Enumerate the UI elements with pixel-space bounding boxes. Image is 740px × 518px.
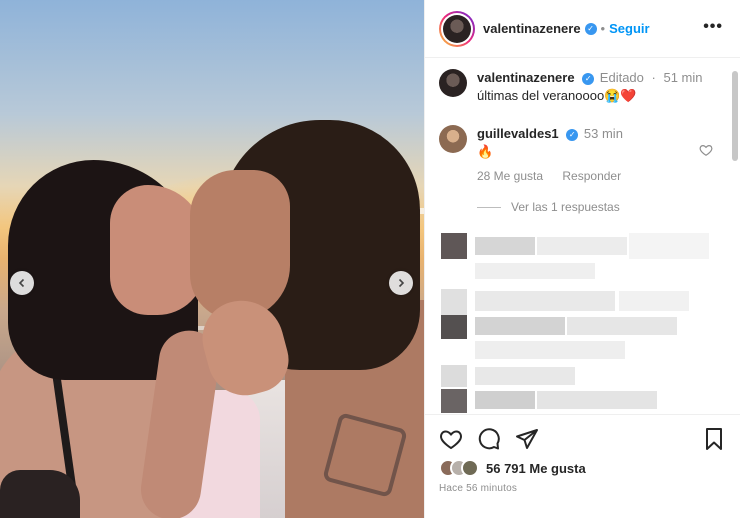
post-actions: 56 791 Me gusta Hace 56 minutos xyxy=(425,414,740,518)
comments-list[interactable]: valentinazenere ✓ Editado · 51 min últim… xyxy=(425,59,740,413)
comment-time[interactable]: 53 min xyxy=(584,126,623,141)
man-face xyxy=(190,170,290,320)
follow-button[interactable]: Seguir xyxy=(609,21,649,36)
chevron-right-icon xyxy=(398,278,405,288)
comment-likes[interactable]: 28 Me gusta xyxy=(477,169,543,183)
separator-dot: • xyxy=(600,21,606,36)
comment-icon[interactable] xyxy=(477,427,501,451)
next-photo-button[interactable] xyxy=(389,271,413,295)
bookmark-icon[interactable] xyxy=(703,427,725,451)
author-avatar[interactable] xyxy=(439,10,475,47)
post-timestamp[interactable]: Hace 56 minutos xyxy=(439,483,517,494)
liker-avatar xyxy=(461,459,479,477)
caption-text: últimas del veranoooo😭❤️ xyxy=(477,88,637,103)
likes-count[interactable]: 56 791 Me gusta xyxy=(486,461,586,476)
verified-icon: ✓ xyxy=(566,129,579,141)
caption-time[interactable]: 51 min xyxy=(663,70,702,85)
more-icon[interactable]: ••• xyxy=(703,18,723,36)
view-replies-button[interactable]: Ver las 1 respuestas xyxy=(477,200,620,214)
caption-avatar[interactable] xyxy=(439,69,467,97)
caption: valentinazenere ✓ Editado · 51 min últim… xyxy=(439,69,703,105)
edited-label: Editado xyxy=(599,70,644,85)
previous-photo-button[interactable] xyxy=(10,271,34,295)
scrollbar[interactable] xyxy=(732,71,738,161)
heart-icon[interactable] xyxy=(439,427,463,451)
comment-item: guillevaldes1 ✓ 53 min 🔥 xyxy=(439,125,623,161)
swimsuit xyxy=(0,470,80,518)
post-header: valentinazenere ✓ • Seguir ••• xyxy=(425,0,740,58)
comment-avatar[interactable] xyxy=(439,125,467,153)
author-username[interactable]: valentinazenere xyxy=(483,21,581,36)
share-icon[interactable] xyxy=(515,427,539,451)
chevron-left-icon xyxy=(18,278,25,288)
post-panel: valentinazenere ✓ • Seguir ••• valentina… xyxy=(424,0,740,518)
comment-username[interactable]: guillevaldes1 xyxy=(477,126,559,141)
heart-icon[interactable] xyxy=(699,143,713,157)
caption-username[interactable]: valentinazenere xyxy=(477,70,575,85)
comment-actions: 28 Me gusta Responder xyxy=(477,169,637,183)
view-replies-label: Ver las 1 respuestas xyxy=(511,200,620,214)
verified-icon: ✓ xyxy=(582,73,595,85)
comment-text: 🔥 xyxy=(477,144,494,159)
reply-button[interactable]: Responder xyxy=(562,169,621,183)
blurred-comments xyxy=(439,229,729,413)
likes-row[interactable]: 56 791 Me gusta xyxy=(439,459,586,477)
verified-icon: ✓ xyxy=(584,22,597,35)
post-photo[interactable] xyxy=(0,0,424,518)
